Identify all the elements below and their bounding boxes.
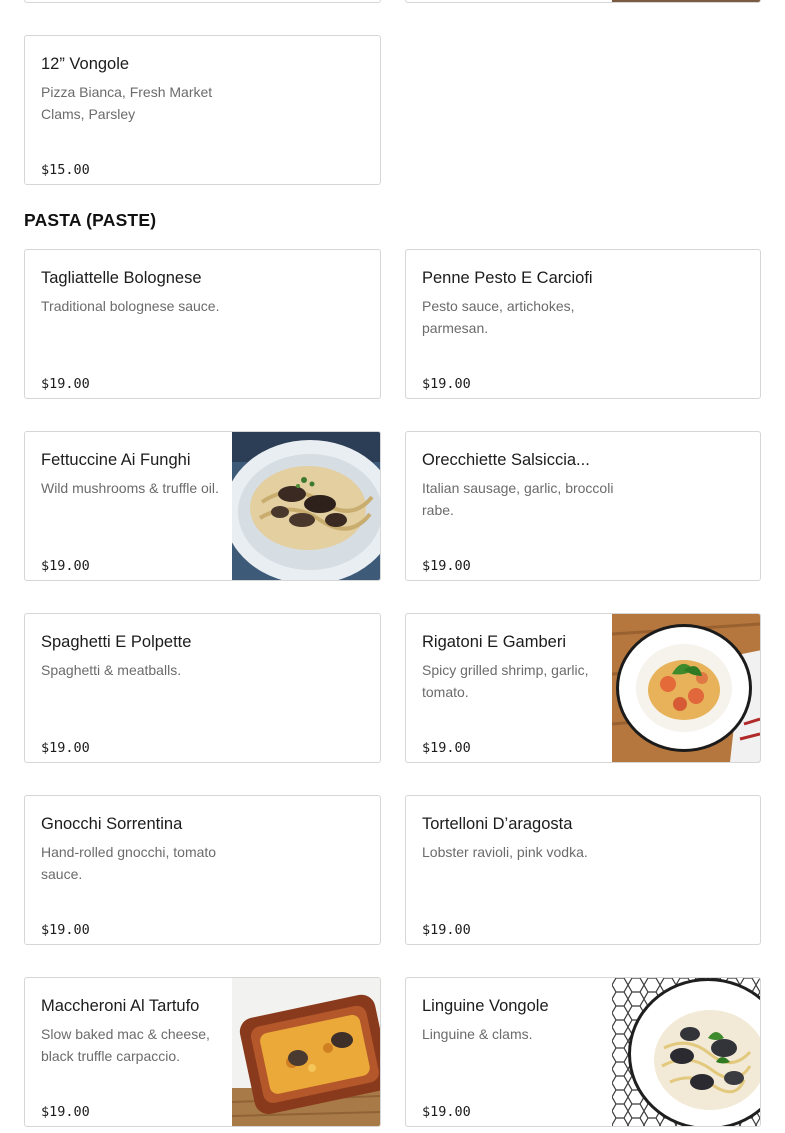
item-name: Rigatoni E Gamberi (422, 633, 566, 651)
item-price: $19.00 (41, 558, 90, 574)
item-name: Fettuccine Ai Funghi (41, 451, 191, 469)
item-name: Gnocchi Sorrentina (41, 815, 183, 833)
menu-item-card[interactable]: Rigatoni E Gamberi Spicy grilled shrimp,… (405, 613, 761, 763)
item-price: $19.00 (422, 1104, 471, 1120)
menu-item-card[interactable]: Penne Pesto E Carciofi Pesto sauce, arti… (405, 249, 761, 399)
item-price: $19.00 (41, 740, 90, 756)
item-name: Spaghetti E Polpette (41, 633, 192, 651)
item-description: Pesto sauce, artichokes, parmesan. (422, 298, 575, 336)
item-description: Lobster ravioli, pink vodka. (422, 844, 588, 860)
menu-item-card[interactable]: Maccheroni Al Tartufo Slow baked mac & c… (24, 977, 381, 1127)
item-price: $19.00 (41, 1104, 90, 1120)
item-name: Tortelloni D’aragosta (422, 815, 573, 833)
menu-item-card[interactable]: Linguine Vongole Linguine & clams. $19.0… (405, 977, 761, 1127)
menu-item-card[interactable]: Tortelloni D’aragosta Lobster ravioli, p… (405, 795, 761, 945)
menu-item-card[interactable]: Orecchiette Salsiccia... Italian sausage… (405, 431, 761, 581)
item-description: Spaghetti & meatballs. (41, 662, 182, 678)
menu-item-card[interactable]: Gnocchi Sorrentina Hand-rolled gnocchi, … (24, 795, 381, 945)
menu-item-card[interactable]: Spaghetti E Polpette Spaghetti & meatbal… (24, 613, 381, 763)
item-description: Slow baked mac & cheese, black truffle c… (41, 1026, 210, 1064)
item-price: $19.00 (422, 558, 471, 574)
food-photo (232, 978, 380, 1126)
food-photo (612, 614, 760, 762)
food-photo (612, 978, 760, 1126)
menu-item-card[interactable]: Fettuccine Ai Funghi Wild mushrooms & tr… (24, 431, 381, 581)
item-name: Tagliattelle Bolognese (41, 269, 202, 287)
item-description: Pizza Bianca, Fresh Market Clams, Parsle… (41, 84, 213, 122)
item-name: Penne Pesto E Carciofi (422, 269, 593, 287)
item-description: Traditional bolognese sauce. (41, 298, 220, 314)
item-description: Linguine & clams. (422, 1026, 533, 1042)
section-title: PASTA (PASTE) (24, 210, 157, 230)
menu-item-card-partial[interactable] (405, 0, 761, 3)
item-name: Orecchiette Salsiccia... (422, 451, 590, 469)
item-price: $15.00 (41, 162, 90, 178)
item-name: Maccheroni Al Tartufo (41, 997, 200, 1015)
food-photo (232, 432, 380, 580)
item-name: 12” Vongole (41, 55, 130, 73)
menu-item-card-partial[interactable] (24, 0, 381, 3)
item-description: Italian sausage, garlic, broccoli rabe. (422, 480, 614, 518)
item-description: Hand-rolled gnocchi, tomato sauce. (41, 844, 217, 882)
item-price: $19.00 (422, 922, 471, 938)
item-price: $19.00 (422, 376, 471, 392)
item-name: Linguine Vongole (422, 997, 549, 1015)
menu-item-card[interactable]: Tagliattelle Bolognese Traditional bolog… (24, 249, 381, 399)
food-photo-partial (612, 0, 760, 2)
item-description: Spicy grilled shrimp, garlic, tomato. (422, 662, 589, 700)
item-price: $19.00 (422, 740, 471, 756)
item-description: Wild mushrooms & truffle oil. (41, 480, 219, 496)
item-price: $19.00 (41, 922, 90, 938)
item-price: $19.00 (41, 376, 90, 392)
menu-item-card[interactable]: 12” Vongole Pizza Bianca, Fresh Market C… (24, 35, 381, 185)
